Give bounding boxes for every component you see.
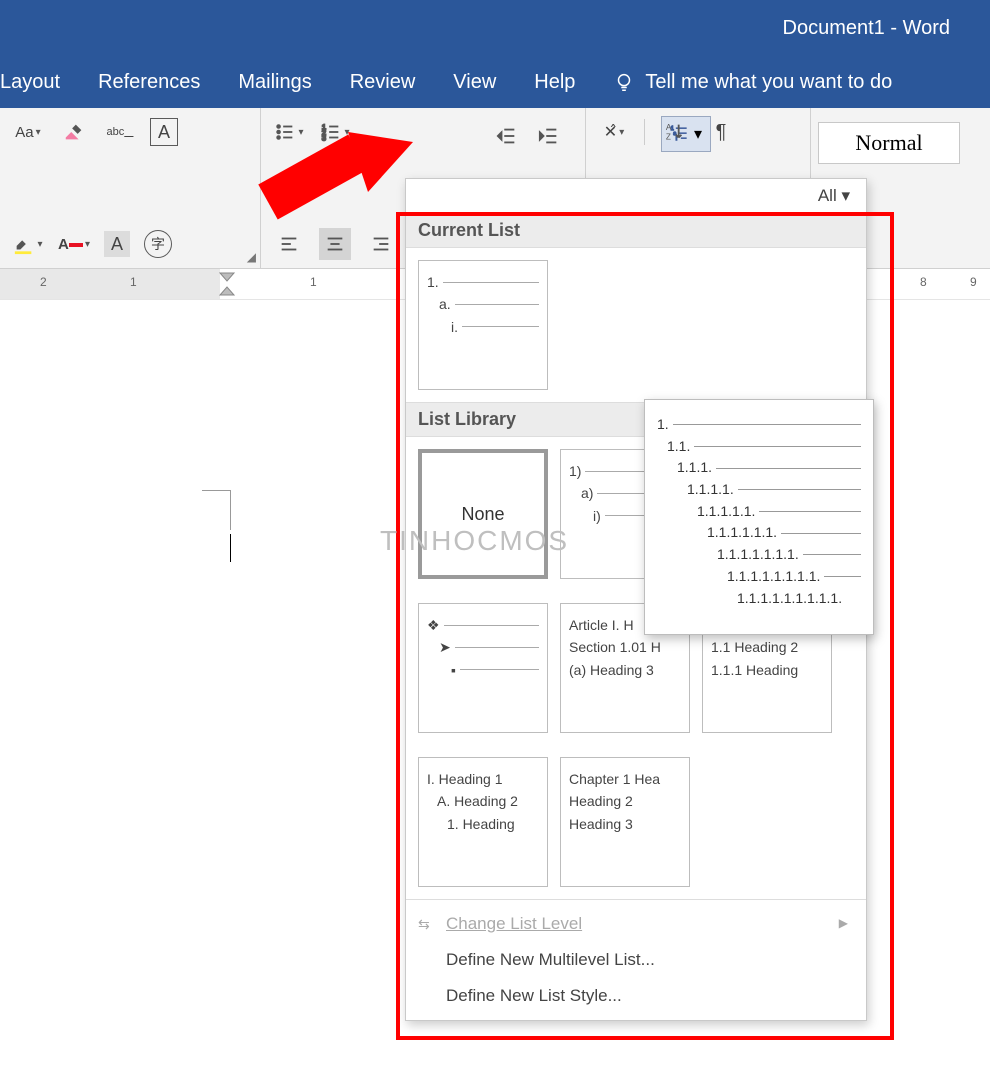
- show-marks-button[interactable]: ¶: [705, 116, 737, 148]
- tab-mailings[interactable]: Mailings: [238, 71, 311, 94]
- align-left-button[interactable]: [273, 228, 305, 260]
- align-right-button[interactable]: [365, 228, 397, 260]
- svg-text:A: A: [666, 123, 672, 132]
- title-bar: Document1 - Word: [0, 0, 990, 56]
- tab-help[interactable]: Help: [534, 71, 575, 94]
- font-size-menu[interactable]: Aa▾: [12, 116, 44, 148]
- char-border-button[interactable]: A: [150, 118, 178, 146]
- define-new-multilevel[interactable]: Define New Multilevel List...: [406, 942, 866, 978]
- asian-layout-button[interactable]: ✕̂▾: [598, 116, 630, 148]
- tab-references[interactable]: References: [98, 71, 200, 94]
- indent-marker-icon[interactable]: [218, 271, 236, 297]
- tab-view[interactable]: View: [453, 71, 496, 94]
- svg-text:Z: Z: [666, 132, 671, 141]
- font-dialog-launcher[interactable]: ◢: [247, 250, 256, 264]
- tile-chapter[interactable]: Chapter 1 Hea Heading 2 Heading 3: [560, 757, 690, 887]
- define-new-list-style[interactable]: Define New List Style...: [406, 978, 866, 1014]
- tab-review[interactable]: Review: [350, 71, 416, 94]
- decrease-indent-button[interactable]: [491, 120, 523, 152]
- tile-none[interactable]: None: [418, 449, 548, 579]
- section-current-list: Current List: [406, 213, 866, 248]
- ribbon-tabs: Layout References Mailings Review View H…: [0, 56, 990, 108]
- highlight-button[interactable]: ▾: [12, 228, 44, 260]
- tile-roman[interactable]: I. Heading 1 A. Heading 2 1. Heading: [418, 757, 548, 887]
- multilevel-list-dropdown: All ▾ Current List 1. a. i. List Library…: [405, 178, 867, 1021]
- lightbulb-icon: [613, 71, 635, 93]
- font-color-button[interactable]: A▾: [58, 228, 90, 260]
- tab-layout[interactable]: Layout: [0, 71, 60, 94]
- tell-me[interactable]: Tell me what you want to do: [613, 71, 892, 94]
- tile-current[interactable]: 1. a. i.: [418, 260, 548, 390]
- clear-format-button[interactable]: [58, 116, 90, 148]
- doc-title: Document1 - Word: [783, 17, 950, 40]
- char-shading-button[interactable]: A: [104, 231, 130, 257]
- list-preview-tooltip: 1. 1.1. 1.1.1. 1.1.1.1. 1.1.1.1.1. 1.1.1…: [644, 399, 874, 635]
- phonetic-guide-button[interactable]: abc: [104, 116, 136, 148]
- annotation-arrow: [258, 132, 418, 227]
- tile-bullets[interactable]: ❖ ➤ ▪: [418, 603, 548, 733]
- enclose-char-button[interactable]: 字: [144, 230, 172, 258]
- style-normal[interactable]: Normal: [818, 122, 960, 164]
- increase-indent-button[interactable]: [533, 120, 565, 152]
- sort-button[interactable]: AZ: [659, 116, 691, 148]
- align-center-button[interactable]: [319, 228, 351, 260]
- change-list-level: ⇆Change List Level▶: [406, 906, 866, 942]
- all-filter[interactable]: All ▾: [818, 186, 850, 206]
